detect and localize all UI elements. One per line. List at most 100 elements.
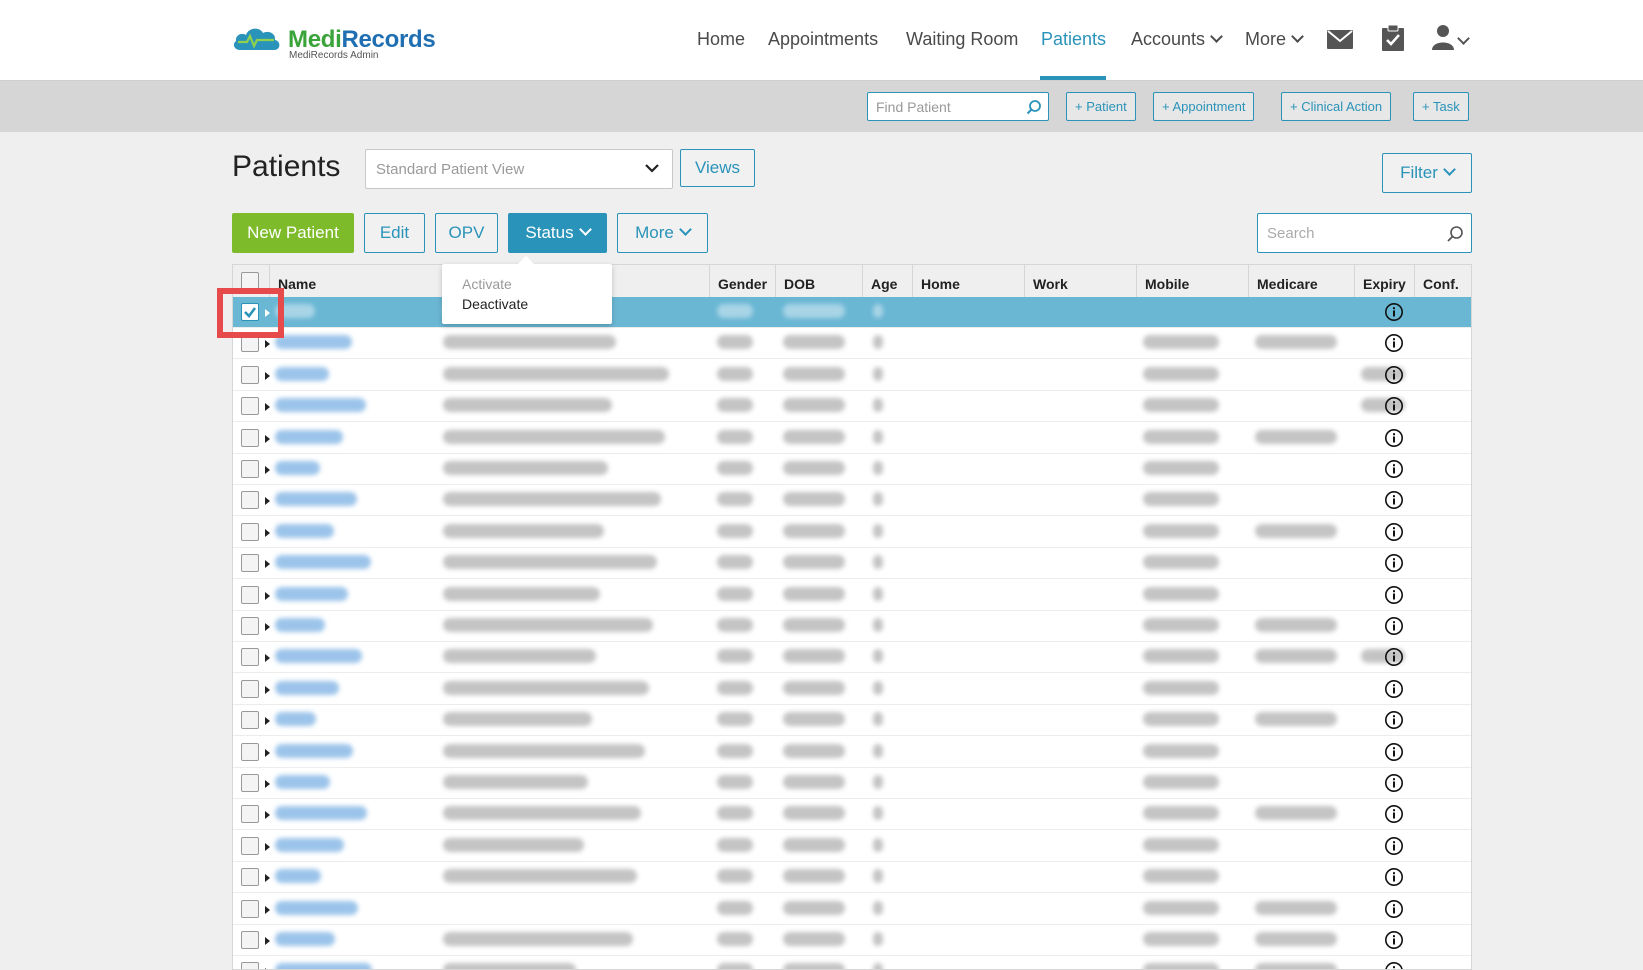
table-row[interactable]: [233, 454, 1471, 485]
nav-appointments[interactable]: Appointments: [768, 29, 878, 50]
patient-name-link[interactable]: [275, 743, 353, 758]
table-row[interactable]: [233, 548, 1471, 580]
table-row[interactable]: [233, 862, 1471, 894]
table-row[interactable]: [233, 391, 1471, 423]
expand-row-icon[interactable]: [265, 717, 270, 726]
user-menu[interactable]: [1432, 24, 1470, 55]
patient-name-link[interactable]: [275, 712, 316, 727]
table-row[interactable]: [233, 925, 1471, 956]
info-icon[interactable]: [1384, 742, 1404, 762]
info-icon[interactable]: [1384, 365, 1404, 385]
expand-row-icon[interactable]: [265, 937, 270, 945]
table-row[interactable]: [233, 768, 1471, 799]
table-search-input[interactable]: [1258, 214, 1437, 252]
table-row[interactable]: [233, 831, 1471, 862]
col-expiry[interactable]: Expiry: [1354, 265, 1414, 297]
row-checkbox[interactable]: [241, 617, 259, 635]
patient-name-link[interactable]: [275, 429, 343, 444]
patient-name-link[interactable]: [275, 900, 358, 915]
patient-name-link[interactable]: [275, 335, 352, 350]
row-checkbox[interactable]: [241, 491, 259, 510]
patient-name-link[interactable]: [275, 366, 329, 381]
col-conf[interactable]: Conf.: [1414, 265, 1471, 297]
info-icon[interactable]: [1384, 899, 1404, 919]
add-appointment-button[interactable]: + Appointment: [1153, 92, 1255, 121]
nav-waiting-room[interactable]: Waiting Room: [906, 29, 1018, 50]
edit-button[interactable]: Edit: [364, 213, 425, 253]
nav-accounts[interactable]: Accounts: [1131, 29, 1223, 50]
expand-row-icon[interactable]: [265, 340, 270, 349]
find-patient-field[interactable]: [867, 92, 1049, 121]
info-icon[interactable]: [1384, 804, 1404, 824]
row-checkbox[interactable]: [241, 868, 259, 887]
nav-more[interactable]: More: [1245, 29, 1304, 50]
expand-row-icon[interactable]: [265, 874, 270, 883]
row-checkbox[interactable]: [241, 428, 259, 447]
info-icon[interactable]: [1384, 585, 1404, 605]
table-row[interactable]: [233, 674, 1471, 705]
table-row[interactable]: [233, 642, 1471, 674]
col-home[interactable]: Home: [912, 265, 1024, 297]
col-gender[interactable]: Gender: [709, 265, 775, 297]
table-row[interactable]: [233, 705, 1471, 737]
expand-row-icon[interactable]: [265, 748, 270, 757]
info-icon[interactable]: [1384, 961, 1404, 970]
row-checkbox[interactable]: [241, 711, 259, 730]
patient-name-link[interactable]: [275, 398, 366, 413]
info-icon[interactable]: [1384, 522, 1404, 542]
status-button[interactable]: Status: [508, 213, 607, 253]
col-age[interactable]: Age: [862, 265, 912, 297]
row-checkbox[interactable]: [241, 554, 259, 573]
info-icon[interactable]: [1384, 836, 1404, 856]
patient-name-link[interactable]: [275, 649, 362, 664]
expand-row-icon[interactable]: [265, 780, 270, 788]
expand-row-icon[interactable]: [265, 560, 270, 569]
expand-row-icon[interactable]: [265, 685, 270, 694]
expand-row-icon[interactable]: [265, 371, 270, 380]
info-icon[interactable]: [1384, 647, 1404, 667]
patient-view-select[interactable]: Standard Patient View: [365, 149, 673, 189]
new-patient-button[interactable]: New Patient: [232, 213, 354, 253]
filter-button[interactable]: Filter: [1382, 153, 1472, 193]
opv-button[interactable]: OPV: [435, 213, 498, 253]
patient-name-link[interactable]: [275, 963, 372, 969]
info-icon[interactable]: [1384, 867, 1404, 887]
row-checkbox[interactable]: [241, 679, 259, 698]
find-patient-input[interactable]: [868, 93, 1026, 120]
expand-row-icon[interactable]: [265, 528, 270, 537]
table-row[interactable]: [233, 297, 1471, 328]
patient-name-link[interactable]: [275, 680, 339, 695]
table-search-field[interactable]: [1257, 213, 1472, 253]
clipboard-check-icon[interactable]: [1382, 25, 1404, 51]
table-row[interactable]: [233, 517, 1471, 548]
expand-row-icon[interactable]: [265, 466, 270, 474]
row-checkbox[interactable]: [241, 365, 259, 384]
col-dob[interactable]: DOB: [775, 265, 862, 297]
patient-name-link[interactable]: [275, 555, 371, 570]
patient-name-link[interactable]: [275, 932, 335, 946]
patient-name-link[interactable]: [275, 775, 330, 789]
info-icon[interactable]: [1384, 333, 1404, 353]
row-checkbox[interactable]: [241, 397, 259, 416]
row-checkbox[interactable]: [241, 899, 259, 918]
menu-item-deactivate[interactable]: Deactivate: [462, 296, 528, 312]
expand-row-icon[interactable]: [265, 811, 270, 820]
row-checkbox[interactable]: [241, 742, 259, 761]
row-checkbox[interactable]: [241, 585, 259, 604]
expand-row-icon[interactable]: [265, 623, 270, 631]
info-icon[interactable]: [1384, 773, 1404, 793]
patient-name-link[interactable]: [275, 492, 357, 507]
info-icon[interactable]: [1384, 302, 1404, 322]
col-work[interactable]: Work: [1024, 265, 1136, 297]
expand-row-icon[interactable]: [265, 905, 270, 914]
add-patient-button[interactable]: + Patient: [1066, 92, 1136, 121]
row-checkbox[interactable]: [241, 931, 259, 949]
patient-name-link[interactable]: [275, 869, 321, 884]
nav-patients[interactable]: Patients: [1041, 29, 1106, 50]
row-checkbox[interactable]: [241, 774, 259, 792]
info-icon[interactable]: [1384, 930, 1404, 950]
row-checkbox[interactable]: [241, 522, 259, 541]
table-row[interactable]: [233, 894, 1471, 925]
row-checkbox[interactable]: [241, 962, 259, 969]
mail-icon[interactable]: [1327, 30, 1353, 49]
